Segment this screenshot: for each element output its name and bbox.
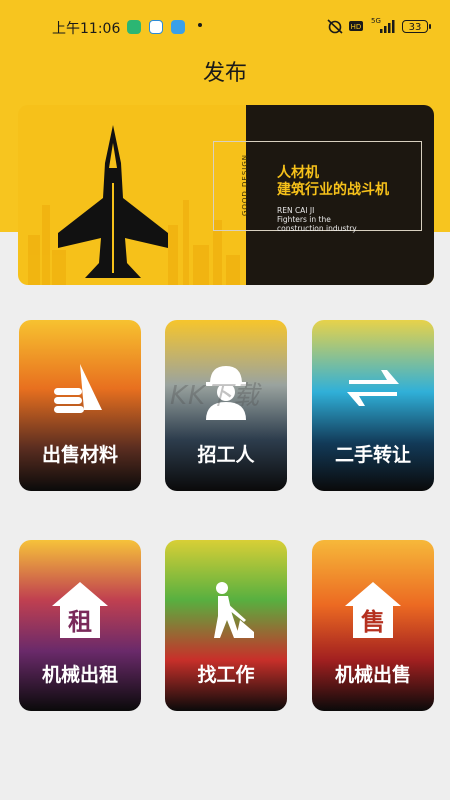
svg-text:售: 售 — [361, 608, 385, 636]
promo-banner[interactable]: GOOD DESIGN 人材机 建筑行业的战斗机 REN CAI JI Figh… — [18, 105, 434, 285]
alarm-off-icon — [327, 19, 343, 34]
sell-house-icon: 售 — [345, 582, 401, 638]
banner-vertical-text: GOOD DESIGN — [241, 153, 249, 217]
tile-label: 招工人 — [197, 444, 255, 466]
banner-sub-line2: construction industry — [277, 224, 357, 233]
tile-label: 出售材料 — [41, 444, 118, 466]
message-notification-icon — [171, 20, 185, 34]
machinery-sell-tile[interactable]: 售 机械出售 — [312, 540, 434, 711]
find-job-tile[interactable]: 找工作 — [165, 540, 287, 711]
banner-subtitle: REN CAI JI Fighters in the construction … — [277, 206, 357, 233]
app-notification-icon — [127, 20, 141, 34]
banner-title: 人材机 建筑行业的战斗机 — [277, 165, 389, 199]
hd-icon: HD — [349, 21, 363, 31]
tile-label: 机械出租 — [41, 664, 118, 686]
more-notifications-icon — [198, 23, 202, 27]
tile-label: 机械出售 — [334, 664, 411, 686]
watermark: KK下载 — [170, 381, 261, 411]
battery-indicator: 33 — [402, 20, 431, 33]
svg-text:租: 租 — [68, 608, 92, 636]
hand-icon — [54, 364, 102, 413]
transfer-arrows-icon — [347, 370, 399, 406]
status-bar: 上午11:06 HD 5G 33 — [0, 0, 450, 48]
status-time: 上午11:06 — [52, 21, 121, 37]
rent-house-icon: 租 — [52, 582, 108, 638]
banner-pinyin: REN CAI JI — [277, 206, 315, 215]
svg-text:HD: HD — [351, 23, 362, 31]
tile-label: 找工作 — [197, 664, 255, 686]
signal-icon — [380, 20, 395, 33]
calendar-notification-icon — [149, 20, 163, 34]
sell-materials-tile[interactable]: 出售材料 — [19, 320, 141, 491]
banner-title-line1: 人材机 — [277, 165, 319, 181]
machinery-rent-tile[interactable]: 租 机械出租 — [19, 540, 141, 711]
second-hand-transfer-tile[interactable]: 二手转让 — [312, 320, 434, 491]
digging-worker-icon — [214, 582, 254, 638]
banner-title-line2: 建筑行业的战斗机 — [277, 182, 389, 198]
page-title: 发布 — [202, 61, 247, 86]
banner-sub-line1: Fighters in the — [277, 215, 331, 224]
tile-label: 二手转让 — [334, 444, 411, 466]
fighter-jet-icon — [58, 125, 168, 278]
